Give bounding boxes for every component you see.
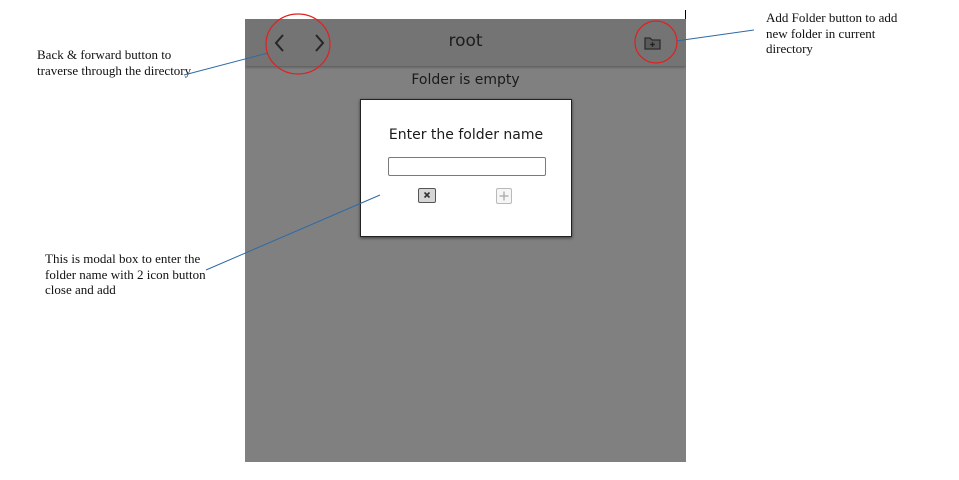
modal-leader-line [205,194,381,271]
add-folder-callout-circle [634,20,678,64]
nav-leader-line [183,52,269,76]
add-folder-leader-line [675,29,755,42]
nav-callout-circle [265,13,331,75]
annotation-overlay [183,13,755,271]
